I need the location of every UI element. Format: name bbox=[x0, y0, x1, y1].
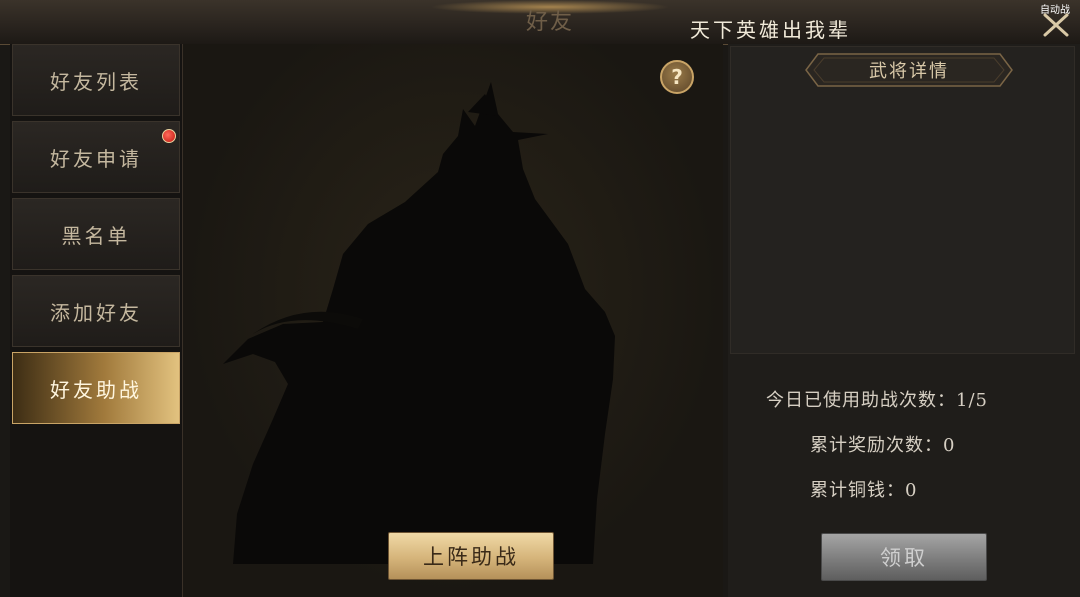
hero-detail-box bbox=[730, 46, 1075, 354]
player-name: 天下英雄出我辈 bbox=[690, 18, 851, 42]
window-title: 好友 bbox=[525, 10, 574, 35]
help-icon: ? bbox=[671, 65, 683, 89]
hero-silhouette-icon bbox=[223, 82, 615, 564]
tab-add-friend[interactable]: 添加好友 bbox=[12, 275, 180, 347]
tab-label: 添加好友 bbox=[50, 300, 142, 325]
close-button[interactable] bbox=[1041, 12, 1071, 38]
reward-count-value: 0 bbox=[943, 435, 956, 456]
hero-detail-tab[interactable]: 武将详情 bbox=[804, 52, 1014, 88]
coin-total-label: 累计铜钱： bbox=[810, 480, 905, 501]
top-header: 好友 天下英雄出我辈 bbox=[0, 0, 1080, 45]
hero-display-panel bbox=[183, 44, 723, 597]
tab-friend-requests[interactable]: 好友申请 bbox=[12, 121, 180, 193]
used-assist-value: 1/5 bbox=[956, 390, 988, 411]
notification-dot-icon bbox=[162, 129, 176, 143]
coin-total: 累计铜钱：0 bbox=[810, 476, 917, 502]
help-button[interactable]: ? bbox=[660, 60, 694, 94]
tab-friend-assist[interactable]: 好友助战 bbox=[12, 352, 180, 424]
tab-label: 好友列表 bbox=[50, 69, 142, 94]
reward-count: 累计奖励次数：0 bbox=[810, 431, 955, 457]
used-assist-count: 今日已使用助战次数：1/5 bbox=[766, 386, 988, 412]
tab-label: 好友助战 bbox=[50, 377, 142, 402]
friend-tabs: 好友列表 好友申请 黑名单 添加好友 好友助战 bbox=[10, 44, 183, 597]
reward-count-label: 累计奖励次数： bbox=[810, 435, 943, 456]
deploy-assist-button[interactable]: 上阵助战 bbox=[388, 532, 554, 580]
claim-button[interactable]: 领取 bbox=[821, 533, 987, 581]
coin-total-value: 0 bbox=[905, 480, 918, 501]
close-icon bbox=[1043, 13, 1069, 37]
tab-blacklist[interactable]: 黑名单 bbox=[12, 198, 180, 270]
tab-label: 好友申请 bbox=[50, 146, 142, 171]
tab-friend-list[interactable]: 好友列表 bbox=[12, 44, 180, 116]
used-assist-label: 今日已使用助战次数： bbox=[766, 390, 956, 411]
tab-label: 黑名单 bbox=[61, 223, 131, 248]
